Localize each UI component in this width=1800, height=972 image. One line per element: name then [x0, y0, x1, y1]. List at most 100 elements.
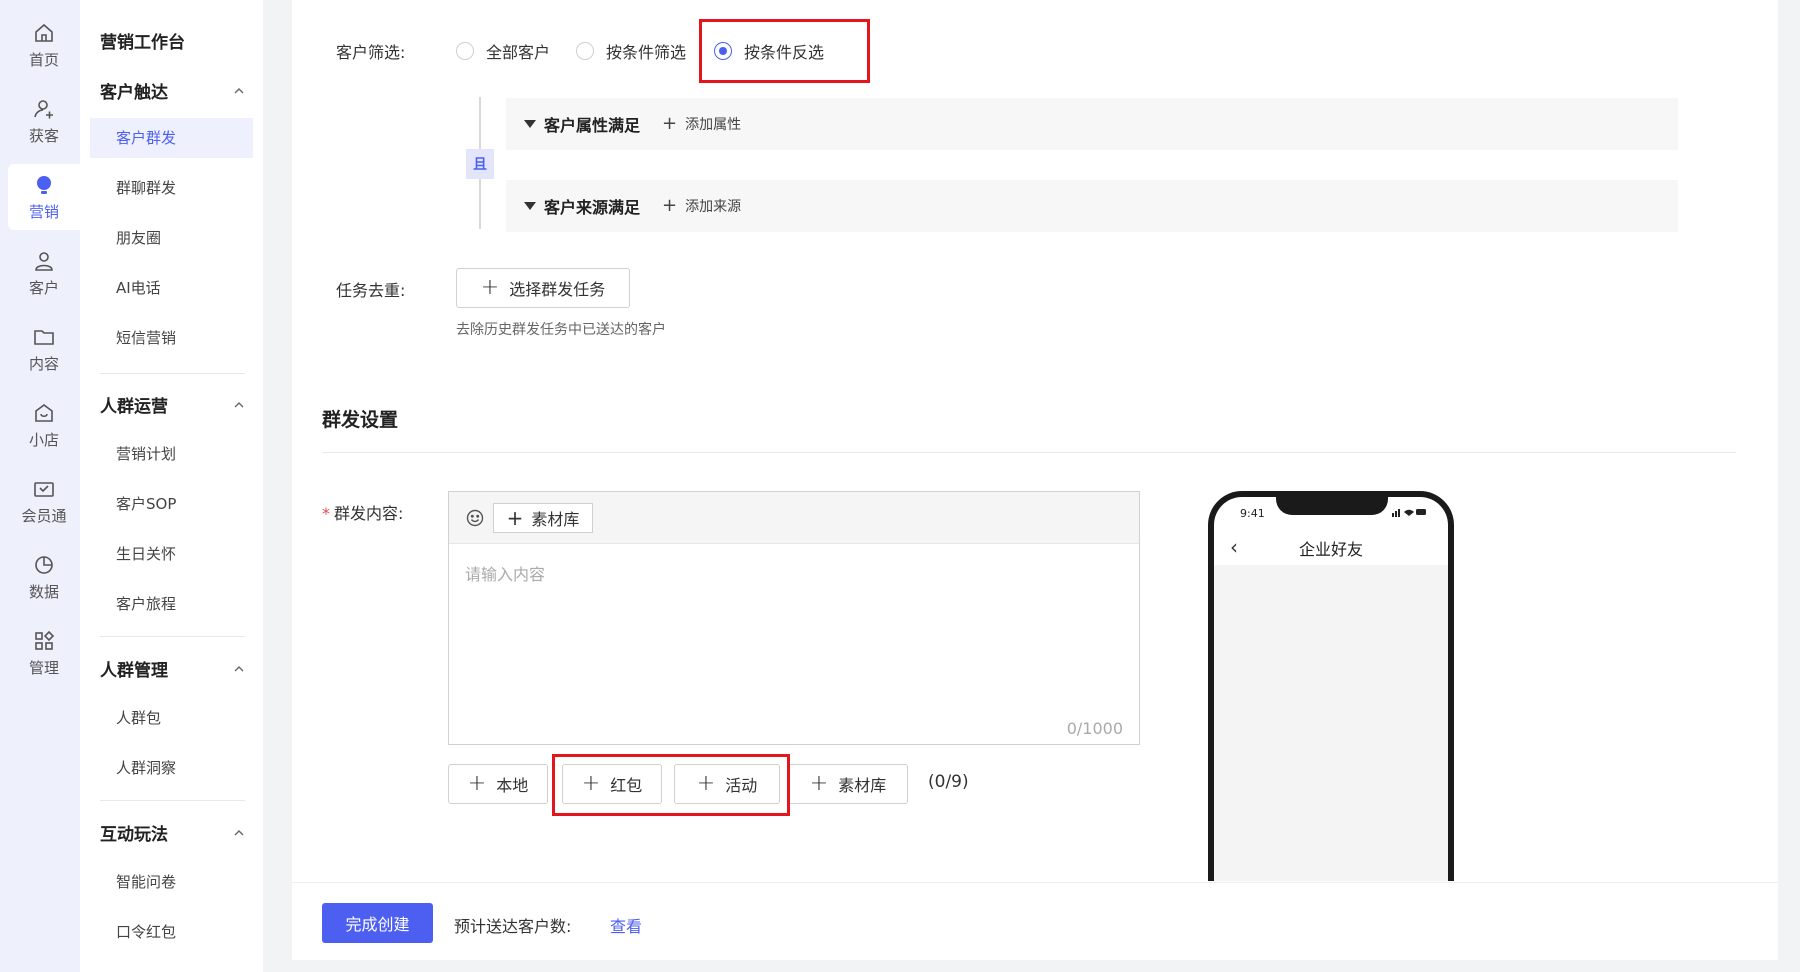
main-panel: 客户筛选: 全部客户 按条件筛选 按条件反选 且 客户属性满足 + 添加属性 客…: [292, 0, 1778, 960]
footer-bar: 完成创建 预计送达客户数: 查看: [292, 882, 1778, 960]
menu-item-password-redpacket[interactable]: 口令红包: [90, 912, 253, 952]
menu-title: 营销工作台: [100, 33, 185, 53]
menu-item-customer-sop[interactable]: 客户SOP: [90, 484, 253, 524]
radio-filter-by-condition[interactable]: 按条件筛选: [576, 39, 686, 63]
menu-group-label: 客户触达: [100, 83, 168, 103]
button-label: 素材库: [531, 510, 580, 529]
content-editor: + 素材库 0/1000: [448, 491, 1140, 745]
condition-row-attributes: 客户属性满足 + 添加属性: [506, 98, 1678, 150]
rail-item-content[interactable]: 内容: [8, 316, 80, 382]
menu-item-group-chat-broadcast[interactable]: 群聊群发: [90, 168, 253, 208]
menu-item-moments[interactable]: 朋友圈: [90, 218, 253, 258]
phone-notch: [1276, 497, 1388, 515]
menu-group-label: 互动玩法: [100, 825, 168, 845]
phone-time: 9:41: [1240, 507, 1265, 520]
marketing-icon: [37, 175, 51, 194]
customer-icon: [35, 251, 53, 271]
menu-group-label: 人群运营: [100, 397, 168, 417]
phone-preview: 9:41 ‹ 企业好友: [1208, 491, 1454, 881]
rail-item-customer[interactable]: 客户: [8, 240, 80, 306]
rail-item-shop[interactable]: 小店: [8, 392, 80, 458]
phone-title: 企业好友: [1298, 540, 1363, 559]
radio-dot: [576, 42, 594, 60]
chevron-up-icon: [234, 87, 244, 93]
rail-item-label: 数据: [28, 582, 59, 601]
radio-label: 按条件筛选: [606, 43, 687, 62]
condition-and-badge[interactable]: 且: [466, 149, 494, 179]
menu-item-customer-broadcast[interactable]: 客户群发: [90, 118, 253, 158]
section-divider: [322, 452, 1736, 453]
menu-group-crowd-manage[interactable]: 人群管理: [100, 656, 245, 681]
menu-item-customer-journey[interactable]: 客户旅程: [90, 584, 253, 624]
condition-row-source: 客户来源满足 + 添加来源: [506, 180, 1678, 232]
menu-divider: [100, 373, 245, 374]
add-attribute-button[interactable]: + 添加属性: [662, 114, 741, 134]
plus-icon: +: [662, 195, 678, 216]
rail-item-member[interactable]: 会员通: [8, 468, 80, 534]
menu-item-crowd-pack[interactable]: 人群包: [90, 698, 253, 738]
radio-label: 全部客户: [486, 43, 551, 62]
rail-item-label: 首页: [28, 50, 59, 69]
rail-item-manage[interactable]: 管理: [8, 620, 80, 686]
chart-icon: [35, 555, 53, 574]
rail-item-label: 客户: [28, 278, 59, 297]
editor-toolbar: + 素材库: [449, 492, 1139, 544]
grid-icon: [35, 630, 55, 650]
menu-item-birthday-care[interactable]: 生日关怀: [90, 534, 253, 574]
icon-rail: 首页 获客 营销 客户 内容 小店 会员通 数据 管理: [0, 0, 80, 972]
estimate-label: 预计送达客户数:: [454, 917, 572, 936]
plus-icon: +: [480, 275, 500, 300]
menu-group-crowd-ops[interactable]: 人群运营: [100, 392, 245, 417]
menu-item-ai-call[interactable]: AI电话: [90, 268, 253, 308]
plus-icon: +: [809, 771, 829, 796]
menu-divider: [100, 800, 245, 801]
chevron-up-icon: [234, 665, 244, 671]
rail-item-label: 获客: [28, 126, 59, 145]
menu-item-sms[interactable]: 短信营销: [90, 318, 253, 358]
content-label: * 群发内容:: [322, 500, 403, 524]
menu-group-interaction[interactable]: 互动玩法: [100, 820, 245, 845]
dedupe-hint: 去除历史群发任务中已送达的客户: [456, 322, 666, 338]
rail-item-data[interactable]: 数据: [8, 544, 80, 610]
menu-divider: [100, 636, 245, 637]
chevron-up-icon: [234, 829, 244, 835]
toolbar-library-button[interactable]: + 素材库: [493, 503, 593, 533]
view-estimate-link[interactable]: 查看: [610, 913, 642, 937]
caret-down-icon[interactable]: [524, 202, 536, 210]
secondary-menu: 营销工作台 客户触达 客户群发 群聊群发 朋友圈 AI电话 短信营销 人群运营 …: [80, 0, 263, 972]
complete-create-button[interactable]: 完成创建: [322, 903, 433, 943]
add-label: 添加属性: [685, 117, 742, 133]
menu-item-crowd-insight[interactable]: 人群洞察: [90, 748, 253, 788]
char-counter: 0/1000: [1066, 719, 1123, 738]
menu-item-marketing-plan[interactable]: 营销计划: [90, 434, 253, 474]
rail-item-acquire[interactable]: 获客: [8, 88, 80, 154]
rail-item-home[interactable]: 首页: [8, 12, 80, 78]
rail-item-label: 管理: [28, 658, 59, 677]
attachment-count: (0/9): [928, 772, 969, 792]
rail-item-label: 内容: [28, 354, 59, 373]
attach-local-button[interactable]: + 本地: [448, 764, 548, 804]
menu-group-reach[interactable]: 客户触达: [100, 78, 245, 103]
plus-icon: +: [662, 113, 678, 134]
content-textarea[interactable]: [449, 545, 1139, 715]
rail-item-label: 营销: [28, 202, 59, 221]
button-label: 本地: [496, 776, 529, 795]
rail-item-label: 会员通: [21, 506, 67, 525]
condition-title: 客户属性满足: [544, 116, 641, 135]
rail-item-label: 小店: [28, 430, 59, 449]
emoji-icon[interactable]: [465, 508, 485, 528]
shop-icon: [35, 403, 53, 422]
add-label: 添加来源: [685, 199, 742, 215]
radio-all-customers[interactable]: 全部客户: [456, 39, 550, 63]
button-label: 素材库: [838, 776, 887, 795]
section-title: 群发设置: [322, 409, 399, 431]
select-broadcast-task-button[interactable]: + 选择群发任务: [456, 268, 630, 308]
rail-item-marketing[interactable]: 营销: [8, 164, 80, 230]
phone-status-icons: [1392, 509, 1426, 517]
condition-title: 客户来源满足: [544, 198, 641, 217]
menu-item-smart-survey[interactable]: 智能问卷: [90, 862, 253, 902]
caret-down-icon[interactable]: [524, 120, 536, 128]
add-source-button[interactable]: + 添加来源: [662, 196, 741, 216]
attach-library-button[interactable]: + 素材库: [788, 764, 908, 804]
chevron-up-icon: [234, 401, 244, 407]
